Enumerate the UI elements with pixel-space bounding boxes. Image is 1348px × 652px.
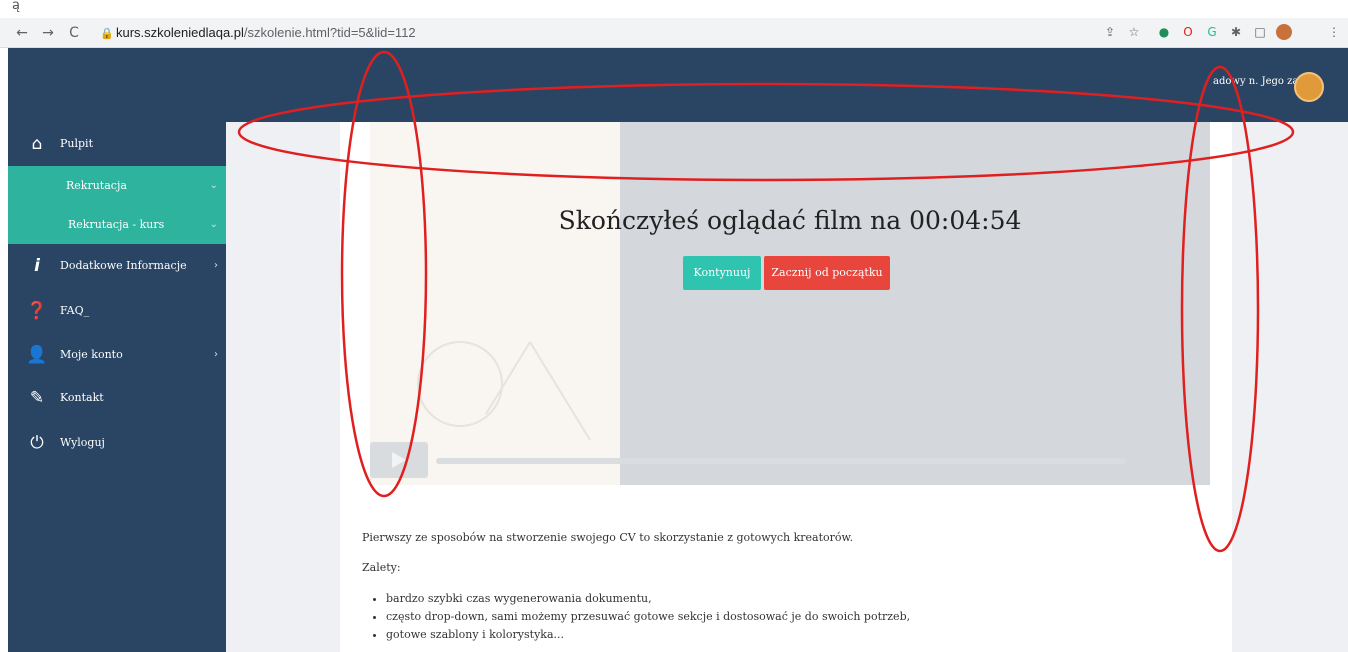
video-slide-left: [370, 122, 620, 485]
profile-avatar[interactable]: [1276, 24, 1292, 40]
sidebar-item-label: Wyloguj: [60, 436, 105, 449]
browser-toolbar: ← → C 🔒 kurs.szkoleniedlaqa.pl/szkolenie.…: [0, 18, 1348, 48]
top-header: [226, 48, 1348, 122]
chevron-right-icon: ›: [214, 349, 218, 360]
back-button[interactable]: ←: [12, 23, 32, 43]
window-top-strip: ą: [0, 0, 1348, 18]
sidebar-item-pulpit[interactable]: ⌂ Pulpit: [8, 124, 226, 164]
question-icon: ❓: [26, 301, 48, 321]
menu-icon[interactable]: ⋮: [1326, 24, 1342, 40]
qa-logo: [417, 341, 591, 441]
chevron-down-icon: ⌄: [209, 180, 218, 191]
resume-title: Skończyłeś oglądać film na 00:04:54: [558, 206, 1022, 235]
sidebar-item-label: Pulpit: [60, 137, 93, 150]
pros-heading: Zalety:: [362, 561, 401, 574]
home-icon: ⌂: [31, 134, 43, 154]
grammarly-extension-icon[interactable]: G: [1204, 24, 1220, 40]
edit-icon: ✎: [29, 388, 45, 408]
sidebar-item-label: Kontakt: [60, 391, 104, 404]
sidebar-item-rekrutacja[interactable]: Rekrutacja ⌄: [8, 166, 226, 206]
lesson-article: Pierwszy ze sposobów na stworzenie swoje…: [362, 530, 1222, 644]
reload-button[interactable]: C: [64, 23, 84, 43]
sidepanel-icon[interactable]: □: [1252, 24, 1268, 40]
avatar[interactable]: [1294, 72, 1324, 102]
power-icon: ⏻: [30, 433, 44, 453]
sidebar: ⌂ Pulpit Rekrutacja ⌄ Rekrutacja - kurs …: [8, 48, 226, 652]
sidebar-item-label: Rekrutacja - kurs: [68, 218, 165, 231]
article-intro: Pierwszy ze sposobów na stworzenie swoje…: [362, 531, 854, 544]
sidebar-item-rekrutacja-kurs[interactable]: Rekrutacja - kurs ⌄: [8, 206, 226, 244]
user-icon: 👤: [26, 345, 48, 365]
star-icon[interactable]: ☆: [1126, 24, 1142, 40]
shield-extension-icon[interactable]: ●: [1156, 24, 1172, 40]
play-button[interactable]: [370, 442, 428, 478]
continue-button[interactable]: Kontynuuj: [683, 256, 761, 290]
forward-button[interactable]: →: [38, 23, 58, 43]
sidebar-item-label: Moje konto: [60, 348, 123, 361]
restart-button[interactable]: Zacznij od początku: [764, 256, 890, 290]
user-name: adowy n. Jego za: [1213, 76, 1299, 87]
url-path: /szkolenie.html?tid=5&lid=112: [243, 25, 416, 40]
sidebar-item-dodatkowe-informacje[interactable]: i Dodatkowe Informacje ›: [8, 246, 226, 286]
sidebar-item-label: Rekrutacja: [66, 179, 127, 192]
video-controls: [370, 442, 1210, 482]
sidebar-item-moje-konto[interactable]: 👤 Moje konto ›: [8, 335, 226, 375]
video-player[interactable]: [370, 122, 1210, 485]
list-item: bardzo szybki czas wygenerowania dokumen…: [386, 590, 1222, 608]
list-item: gotowe szablony i kolorystyka...: [386, 626, 1222, 644]
chevron-down-icon: ⌄: [209, 219, 218, 230]
puzzle-extension-icon[interactable]: ✱: [1228, 24, 1244, 40]
address-bar[interactable]: 🔒 kurs.szkoleniedlaqa.pl/szkolenie.html?t…: [100, 21, 1150, 45]
sidebar-item-kontakt[interactable]: ✎ Kontakt: [8, 378, 226, 418]
pros-list: bardzo szybki czas wygenerowania dokumen…: [386, 590, 1222, 644]
top-strip-glyph: ą: [12, 0, 20, 13]
video-progress-bar[interactable]: [436, 458, 1126, 464]
lock-icon: 🔒: [100, 28, 114, 40]
chevron-right-icon: ›: [214, 260, 218, 271]
sidebar-item-faq[interactable]: ❓ FAQ_: [8, 291, 226, 331]
list-item: często drop-down, sami możemy przesuwać …: [386, 608, 1222, 626]
sidebar-item-label: FAQ_: [60, 304, 90, 317]
sidebar-item-label: Dodatkowe Informacje: [60, 259, 187, 272]
share-icon[interactable]: ⇪: [1102, 24, 1118, 40]
info-icon: i: [34, 256, 40, 276]
opera-extension-icon[interactable]: O: [1180, 24, 1196, 40]
url-host: kurs.szkoleniedlaqa.pl: [116, 25, 244, 40]
sidebar-item-wyloguj[interactable]: ⏻ Wyloguj: [8, 423, 226, 463]
video-slide-right: [620, 122, 1210, 485]
